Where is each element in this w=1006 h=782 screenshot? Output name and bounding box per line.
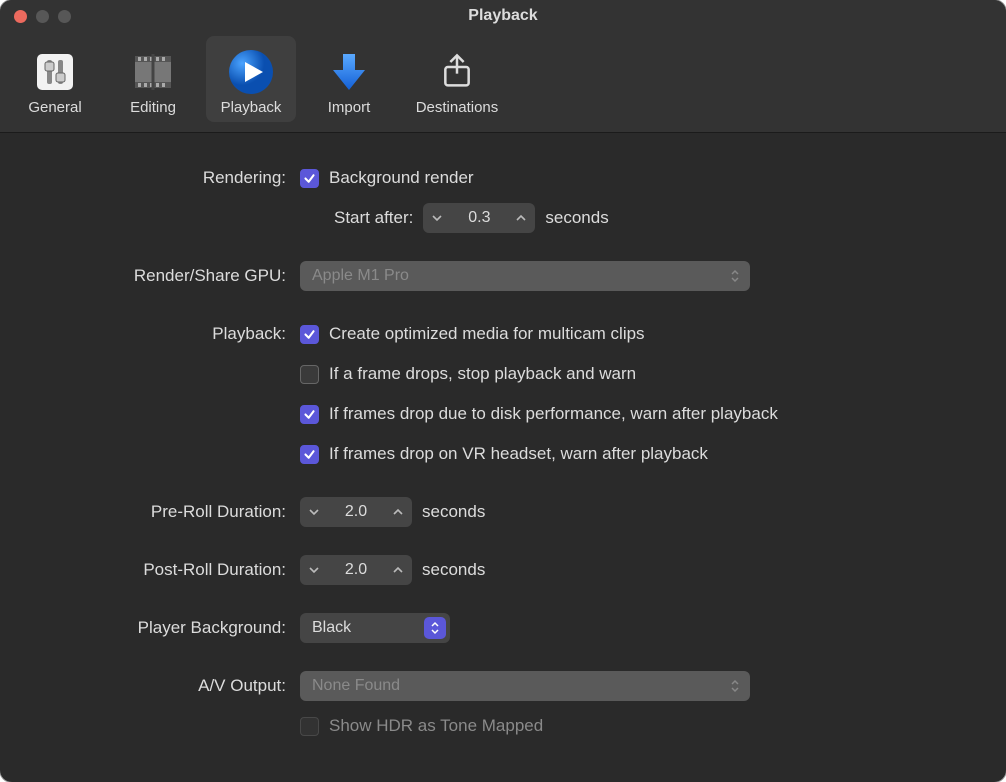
tab-playback[interactable]: Playback — [206, 36, 296, 122]
player-bg-label: Player Background: — [40, 618, 300, 638]
window-title: Playback — [0, 7, 1006, 25]
minimize-window-button[interactable] — [36, 10, 49, 23]
postroll-label: Post-Roll Duration: — [40, 560, 300, 580]
updown-icon — [724, 265, 746, 287]
render-gpu-select: Apple M1 Pro — [300, 261, 750, 291]
multicam-checkbox[interactable] — [300, 325, 319, 344]
stopwarn-checkbox[interactable] — [300, 365, 319, 384]
stepper-decrement[interactable] — [300, 555, 328, 585]
preferences-content: Rendering: Background render Start after… — [0, 133, 1006, 782]
hdr-label: Show HDR as Tone Mapped — [329, 716, 543, 736]
play-icon — [226, 47, 276, 97]
preroll-stepper[interactable]: 2.0 — [300, 497, 412, 527]
titlebar: Playback — [0, 0, 1006, 32]
start-after-label: Start after: — [334, 208, 413, 228]
toolbar: General Editing — [0, 32, 1006, 133]
stepper-increment[interactable] — [384, 555, 412, 585]
player-bg-select[interactable]: Black — [300, 613, 450, 643]
stepper-increment[interactable] — [384, 497, 412, 527]
start-after-stepper[interactable]: 0.3 — [423, 203, 535, 233]
diskperf-checkbox[interactable] — [300, 405, 319, 424]
tab-label: General — [28, 99, 81, 116]
filmstrip-icon — [128, 47, 178, 97]
tab-label: Import — [328, 99, 371, 116]
tab-label: Editing — [130, 99, 176, 116]
select-value: Apple M1 Pro — [312, 267, 409, 285]
background-render-label: Background render — [329, 168, 474, 188]
multicam-label: Create optimized media for multicam clip… — [329, 324, 645, 344]
stepper-value: 2.0 — [328, 555, 384, 585]
postroll-stepper[interactable]: 2.0 — [300, 555, 412, 585]
stepper-decrement[interactable] — [423, 203, 451, 233]
close-window-button[interactable] — [14, 10, 27, 23]
tab-import[interactable]: Import — [304, 36, 394, 122]
rendering-label: Rendering: — [40, 168, 300, 188]
download-arrow-icon — [324, 47, 374, 97]
tab-label: Destinations — [416, 99, 499, 116]
vr-checkbox[interactable] — [300, 445, 319, 464]
tab-label: Playback — [221, 99, 282, 116]
preferences-window: Playback General — [0, 0, 1006, 782]
render-gpu-label: Render/Share GPU: — [40, 266, 300, 286]
background-render-checkbox[interactable] — [300, 169, 319, 188]
stepper-decrement[interactable] — [300, 497, 328, 527]
preroll-label: Pre-Roll Duration: — [40, 502, 300, 522]
stepper-value: 2.0 — [328, 497, 384, 527]
updown-icon — [724, 675, 746, 697]
unit-label: seconds — [422, 560, 485, 580]
av-output-label: A/V Output: — [40, 676, 300, 696]
tab-editing[interactable]: Editing — [108, 36, 198, 122]
select-value: Black — [312, 619, 351, 637]
share-icon — [432, 47, 482, 97]
hdr-checkbox — [300, 717, 319, 736]
stepper-increment[interactable] — [507, 203, 535, 233]
stepper-value: 0.3 — [451, 203, 507, 233]
av-output-select: None Found — [300, 671, 750, 701]
window-controls — [0, 10, 71, 23]
updown-icon — [424, 617, 446, 639]
tab-general[interactable]: General — [10, 36, 100, 122]
select-value: None Found — [312, 677, 400, 695]
unit-label: seconds — [545, 208, 608, 228]
vr-label: If frames drop on VR headset, warn after… — [329, 444, 708, 464]
stopwarn-label: If a frame drops, stop playback and warn — [329, 364, 636, 384]
diskperf-label: If frames drop due to disk performance, … — [329, 404, 778, 424]
tab-destinations[interactable]: Destinations — [402, 36, 512, 122]
unit-label: seconds — [422, 502, 485, 522]
zoom-window-button[interactable] — [58, 10, 71, 23]
slider-icon — [30, 47, 80, 97]
playback-label: Playback: — [40, 324, 300, 344]
